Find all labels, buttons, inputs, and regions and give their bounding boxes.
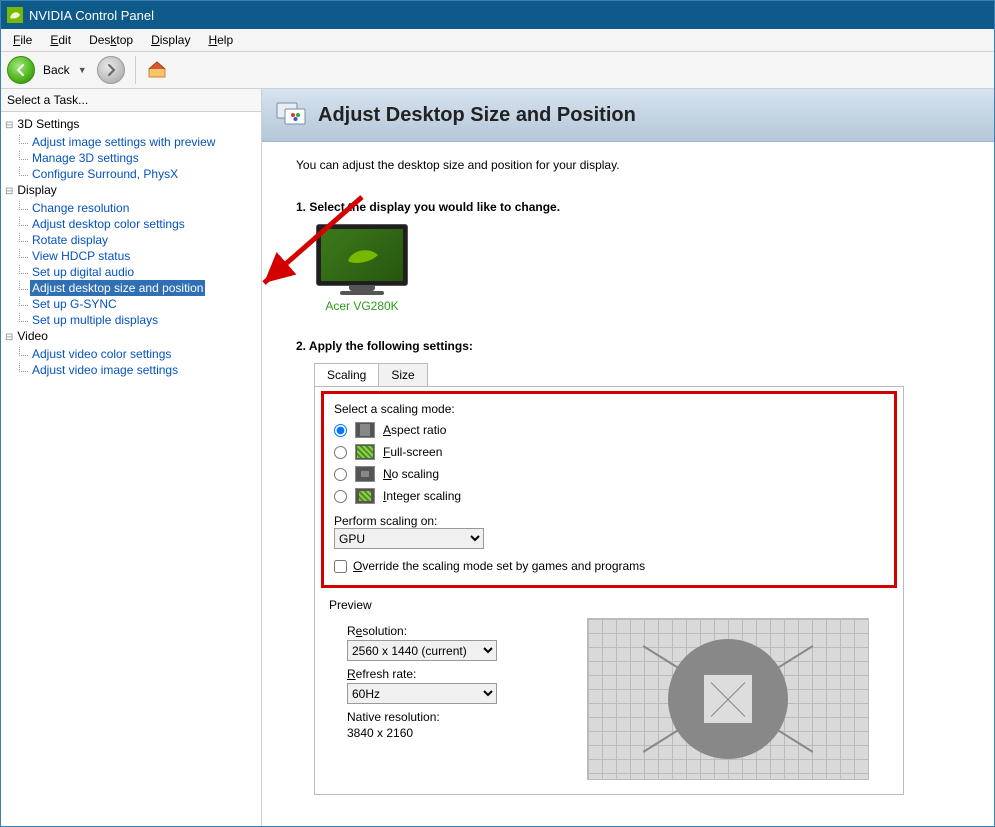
preview-controls: Resolution: 2560 x 1440 (current) Refres… xyxy=(347,618,527,780)
content: You can adjust the desktop size and posi… xyxy=(262,142,994,826)
monitor-label: Acer VG280K xyxy=(316,299,408,313)
override-checkbox[interactable] xyxy=(334,560,347,573)
tree-item-video-color[interactable]: Adjust video color settings xyxy=(30,346,173,362)
nav-separator xyxy=(135,56,136,84)
menu-desktop[interactable]: Desktop xyxy=(81,31,141,49)
tree-item-manage-3d[interactable]: Manage 3D settings xyxy=(30,150,141,166)
back-history-dropdown[interactable]: ▼ xyxy=(78,65,87,75)
integer-scaling-icon xyxy=(355,488,375,504)
full-screen-icon xyxy=(355,444,375,460)
radio-integer-scaling-label: Integer scaling xyxy=(383,489,461,503)
page-header: Adjust Desktop Size and Position xyxy=(262,89,994,142)
tree-item-desktop-color[interactable]: Adjust desktop color settings xyxy=(30,216,187,232)
tree-item-video-image[interactable]: Adjust video image settings xyxy=(30,362,180,378)
back-label: Back xyxy=(43,63,70,77)
resolution-label: Resolution: xyxy=(347,624,527,638)
scaling-panel: Select a scaling mode: Aspect ratio Full… xyxy=(314,386,904,795)
menu-help[interactable]: Help xyxy=(200,31,241,49)
preview-image xyxy=(587,618,869,780)
nvidia-icon xyxy=(7,7,23,23)
navbar: Back ▼ xyxy=(1,52,994,89)
home-icon xyxy=(146,58,168,80)
task-tree: 3D Settings Adjust image settings with p… xyxy=(1,112,261,382)
native-res-label: Native resolution: xyxy=(347,710,527,724)
tree-item-rotate[interactable]: Rotate display xyxy=(30,232,110,248)
forward-button[interactable] xyxy=(97,56,125,84)
native-res-value: 3840 x 2160 xyxy=(347,726,413,740)
tab-scaling[interactable]: Scaling xyxy=(314,363,379,386)
aspect-ratio-icon xyxy=(355,422,375,438)
radio-integer-scaling-input[interactable] xyxy=(334,490,347,503)
radio-no-scaling[interactable]: No scaling xyxy=(334,466,884,482)
override-checkbox-row[interactable]: Override the scaling mode set by games a… xyxy=(334,559,884,573)
perform-scaling-label: Perform scaling on: xyxy=(334,514,884,528)
radio-full-screen-input[interactable] xyxy=(334,446,347,459)
tree-item-digital-audio[interactable]: Set up digital audio xyxy=(30,264,136,280)
tree-item-desktop-size-position[interactable]: Adjust desktop size and position xyxy=(30,280,205,296)
display-selector[interactable]: Acer VG280K xyxy=(316,224,408,313)
tab-size[interactable]: Size xyxy=(378,363,427,386)
tree-cat-3d[interactable]: 3D Settings xyxy=(5,117,79,131)
monitor-icon xyxy=(316,224,408,286)
window-title: NVIDIA Control Panel xyxy=(29,8,154,23)
tree-cat-video[interactable]: Video xyxy=(5,329,48,343)
radio-no-scaling-input[interactable] xyxy=(334,468,347,481)
sidebar-header: Select a Task... xyxy=(1,89,261,112)
menubar: File Edit Desktop Display Help xyxy=(1,29,994,52)
preview-header: Preview xyxy=(329,598,889,612)
step1-label: 1. Select the display you would like to … xyxy=(296,200,960,214)
menu-file[interactable]: File xyxy=(5,31,40,49)
nvidia-logo-icon xyxy=(342,245,382,265)
radio-integer-scaling[interactable]: Integer scaling xyxy=(334,488,884,504)
back-button[interactable] xyxy=(7,56,35,84)
tree-item-image-settings[interactable]: Adjust image settings with preview xyxy=(30,134,217,150)
home-button[interactable] xyxy=(146,58,168,83)
refresh-rate-select[interactable]: 60Hz xyxy=(347,683,497,704)
app-window: NVIDIA Control Panel File Edit Desktop D… xyxy=(0,0,995,827)
no-scaling-icon xyxy=(355,466,375,482)
refresh-rate-label: Refresh rate: xyxy=(347,667,527,681)
perform-scaling-select[interactable]: GPU xyxy=(334,528,484,549)
tree-item-surround[interactable]: Configure Surround, PhysX xyxy=(30,166,180,182)
preview-area: Resolution: 2560 x 1440 (current) Refres… xyxy=(347,618,889,780)
menu-display[interactable]: Display xyxy=(143,31,198,49)
menu-edit[interactable]: Edit xyxy=(42,31,79,49)
radio-aspect-ratio-label: Aspect ratio xyxy=(383,423,446,437)
body: Select a Task... 3D Settings Adjust imag… xyxy=(1,89,994,826)
scaling-mode-label: Select a scaling mode: xyxy=(334,402,884,416)
highlight-box: Select a scaling mode: Aspect ratio Full… xyxy=(321,391,897,588)
step2-label: 2. Apply the following settings: xyxy=(296,339,960,353)
radio-no-scaling-label: No scaling xyxy=(383,467,439,481)
tree-item-change-resolution[interactable]: Change resolution xyxy=(30,200,131,216)
radio-full-screen[interactable]: Full-screen xyxy=(334,444,884,460)
radio-full-screen-label: Full-screen xyxy=(383,445,442,459)
intro-text: You can adjust the desktop size and posi… xyxy=(296,158,960,172)
radio-aspect-ratio-input[interactable] xyxy=(334,424,347,437)
tree-item-multiple-displays[interactable]: Set up multiple displays xyxy=(30,312,160,328)
sidebar: Select a Task... 3D Settings Adjust imag… xyxy=(1,89,262,826)
override-label: Override the scaling mode set by games a… xyxy=(353,559,645,573)
tree-cat-display[interactable]: Display xyxy=(5,183,57,197)
arrow-right-icon xyxy=(104,63,118,77)
arrow-left-icon xyxy=(14,63,28,77)
tabs: Scaling Size xyxy=(314,363,960,386)
display-settings-icon xyxy=(276,99,308,131)
tree-item-gsync[interactable]: Set up G-SYNC xyxy=(30,296,119,312)
main: Adjust Desktop Size and Position You can… xyxy=(262,89,994,826)
titlebar: NVIDIA Control Panel xyxy=(1,1,994,29)
tree-item-hdcp[interactable]: View HDCP status xyxy=(30,248,132,264)
page-title: Adjust Desktop Size and Position xyxy=(318,104,636,127)
resolution-select[interactable]: 2560 x 1440 (current) xyxy=(347,640,497,661)
radio-aspect-ratio[interactable]: Aspect ratio xyxy=(334,422,884,438)
